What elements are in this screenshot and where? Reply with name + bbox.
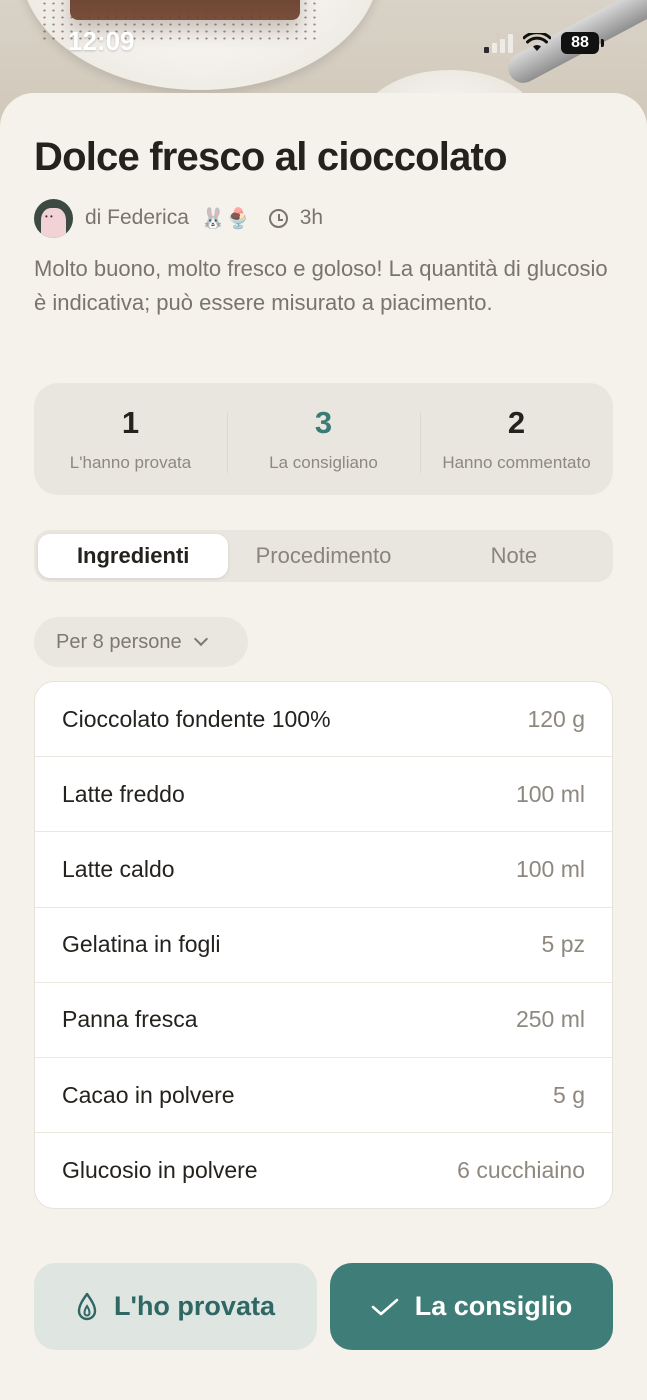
section-tabs: Ingredienti Procedimento Note — [34, 530, 613, 582]
wifi-icon — [523, 33, 551, 51]
servings-label: Per 8 persone — [56, 630, 182, 653]
tab-ingredienti[interactable]: Ingredienti — [38, 534, 229, 578]
battery-icon: 88 — [561, 32, 604, 54]
status-icons: 88 — [484, 30, 604, 56]
list-item: Cacao in polvere 5 g — [35, 1058, 612, 1134]
list-item: Latte freddo 100 ml — [35, 757, 612, 833]
stat-value: 1 — [121, 405, 140, 440]
author-emojis: 🐰🍨 — [200, 207, 251, 230]
ingredient-qty: 5 pz — [541, 931, 585, 958]
tab-note[interactable]: Note — [419, 534, 609, 578]
servings-selector[interactable]: Per 8 persone — [34, 617, 248, 667]
ingredient-qty: 100 ml — [515, 780, 585, 807]
ingredient-qty: 6 cucchiaino — [457, 1157, 585, 1184]
tried-button-label: L'ho provata — [114, 1291, 275, 1321]
recipe-stats: 1 L'hanno provata 3 La consigliano 2 Han… — [34, 383, 613, 495]
recipe-title: Dolce fresco al cioccolato — [34, 135, 508, 179]
ingredient-name: Latte caldo — [62, 855, 175, 882]
tried-button[interactable]: L'ho provata — [34, 1263, 317, 1350]
list-item: Glucosio in polvere 6 cucchiaino — [35, 1133, 612, 1208]
ingredient-qty: 120 g — [527, 705, 585, 732]
tab-procedimento[interactable]: Procedimento — [228, 534, 418, 578]
stat-value: 2 — [507, 405, 526, 440]
list-item: Cioccolato fondente 100% 120 g — [35, 682, 612, 758]
stat-label: Hanno commentato — [442, 453, 591, 472]
clock-icon — [268, 208, 288, 228]
signal-icon — [484, 33, 513, 53]
stat-value: 3 — [314, 405, 333, 440]
stat-label: La consigliano — [269, 453, 378, 472]
ingredient-qty: 5 g — [553, 1081, 585, 1108]
chevron-down-icon — [193, 631, 208, 647]
recommend-button-label: La consiglio — [414, 1291, 573, 1321]
stat-recommended[interactable]: 3 La consigliano — [227, 405, 420, 473]
author-name[interactable]: di Federica — [85, 206, 189, 230]
drop-icon — [77, 1292, 97, 1320]
ingredient-name: Glucosio in polvere — [62, 1157, 258, 1184]
stat-label: L'hanno provata — [69, 453, 192, 472]
recipe-description: Molto buono, molto fresco e goloso! La q… — [34, 256, 608, 315]
stat-commented[interactable]: 2 Hanno commentato — [420, 405, 613, 473]
list-item: Panna fresca 250 ml — [35, 983, 612, 1058]
author-row: di Federica 🐰🍨 3h — [34, 198, 323, 238]
ingredient-qty: 250 ml — [515, 1006, 585, 1033]
avatar[interactable] — [34, 198, 73, 238]
ingredient-name: Latte freddo — [62, 780, 185, 807]
list-item: Latte caldo 100 ml — [35, 832, 612, 908]
stat-tried[interactable]: 1 L'hanno provata — [34, 405, 227, 473]
list-item: Gelatina in fogli 5 pz — [35, 908, 612, 983]
ingredient-qty: 100 ml — [515, 855, 585, 882]
recipe-duration: 3h — [299, 206, 324, 229]
ingredient-name: Panna fresca — [62, 1006, 198, 1033]
ingredient-name: Cioccolato fondente 100% — [62, 705, 331, 732]
status-time: 12:09 — [68, 26, 135, 56]
recommend-button[interactable]: La consiglio — [330, 1263, 613, 1350]
ingredient-name: Cacao in polvere — [62, 1081, 235, 1108]
ingredients-list: Cioccolato fondente 100% 120 g Latte fre… — [34, 681, 613, 1209]
ingredient-name: Gelatina in fogli — [62, 931, 221, 958]
check-icon — [371, 1298, 399, 1315]
